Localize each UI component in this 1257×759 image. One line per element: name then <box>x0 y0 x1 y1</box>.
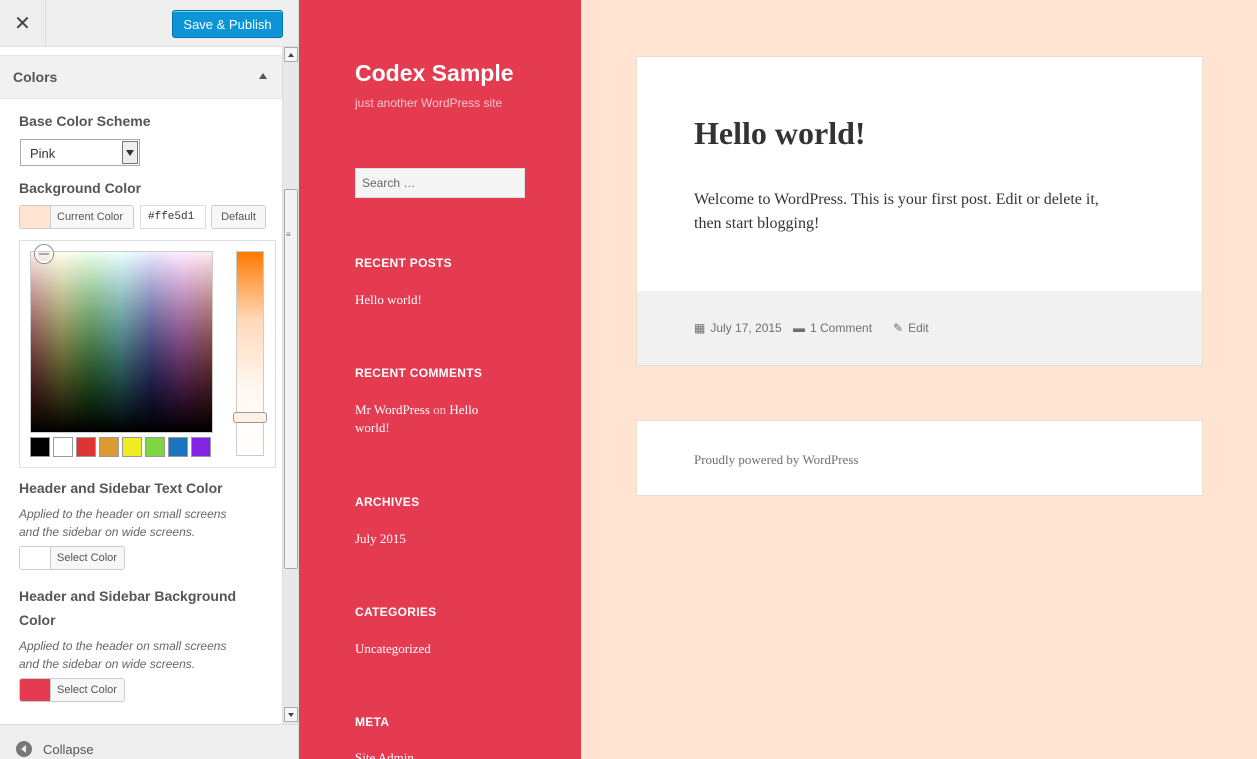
recent-comment-item: Mr WordPress on Hello <box>355 401 525 419</box>
close-icon: ✕ <box>14 13 31 35</box>
grip-icon: ≡ <box>286 230 291 239</box>
collapse-label: Collapse <box>43 742 94 757</box>
collapse-icon <box>16 741 32 757</box>
customizer-panel: ✕ Save & Publish Colors Base Color Schem… <box>0 0 299 759</box>
header-text-color-swatch <box>20 547 51 569</box>
hex-color-input[interactable]: #ffe5d1 <box>140 205 206 229</box>
header-bg-color-label-2: Color <box>19 612 56 628</box>
selected-scheme: Pink <box>30 146 56 161</box>
scroll-up-button[interactable] <box>284 47 298 62</box>
header-bg-select-color-button[interactable]: Select Color <box>19 678 125 702</box>
recent-comments-title: RECENT COMMENTS <box>355 366 483 380</box>
search-input[interactable]: Search … <box>355 168 525 198</box>
hue-slider[interactable] <box>236 251 264 456</box>
palette-swatch[interactable] <box>53 437 73 457</box>
arrow-up-icon <box>288 52 294 57</box>
current-color-label: Current Color <box>57 211 124 223</box>
archives-title: ARCHIVES <box>355 495 420 509</box>
header-text-color-desc-1: Applied to the header on small screens <box>19 507 227 521</box>
header-bg-color-desc-1: Applied to the header on small screens <box>19 639 227 653</box>
comment-connector: on <box>433 402 447 417</box>
palette-swatch[interactable] <box>99 437 119 457</box>
header-bg-color-label-1: Header and Sidebar Background <box>19 588 237 604</box>
header-text-color-label: Header and Sidebar Text Color <box>19 480 223 496</box>
category-link[interactable]: Uncategorized <box>355 640 525 658</box>
palette-swatch[interactable] <box>145 437 165 457</box>
post-edit-text: Edit <box>908 321 929 335</box>
recent-post-link[interactable]: Hello world! <box>355 291 525 309</box>
post-comments-text: 1 Comment <box>810 321 873 335</box>
select-color-label: Select Color <box>57 552 117 564</box>
comment-icon: ▬ <box>793 321 805 335</box>
customizer-header: ✕ Save & Publish <box>0 0 298 47</box>
current-color-button[interactable]: Current Color <box>19 205 134 229</box>
post-content: Welcome to WordPress. This is your first… <box>694 188 1154 236</box>
scroll-down-button[interactable] <box>284 707 298 722</box>
background-color-label: Background Color <box>19 180 142 196</box>
post-article: Hello world! Welcome to WordPress. This … <box>636 56 1203 366</box>
header-text-color-desc-2: and the sidebar on wide screens. <box>19 525 196 539</box>
site-title[interactable]: Codex Sample <box>355 60 514 87</box>
collapse-button[interactable]: Collapse <box>0 724 298 759</box>
calendar-icon: ▦ <box>694 321 706 335</box>
palette-swatch[interactable] <box>76 437 96 457</box>
comment-post-link-1[interactable]: Hello <box>449 402 478 417</box>
comment-post-link-2[interactable]: world! <box>355 419 525 437</box>
footer-credit[interactable]: Proudly powered by WordPress <box>694 452 858 468</box>
current-color-swatch <box>20 206 51 228</box>
palette-swatch[interactable] <box>30 437 50 457</box>
color-picker <box>19 240 276 468</box>
site-sidebar: Codex Sample just another WordPress site… <box>299 0 581 759</box>
save-publish-button[interactable]: Save & Publish <box>172 10 283 38</box>
close-button[interactable]: ✕ <box>0 0 46 47</box>
post-body-line-1: Welcome to WordPress. This is your first… <box>694 191 1099 208</box>
section-title: Colors <box>13 69 58 85</box>
site-footer: Proudly powered by WordPress <box>636 420 1203 496</box>
saturation-value-area[interactable] <box>30 251 213 433</box>
palette-swatch[interactable] <box>168 437 188 457</box>
customizer-scrollbar[interactable]: ≡ <box>282 47 298 724</box>
header-text-select-color-button[interactable]: Select Color <box>19 546 125 570</box>
colors-section-header[interactable]: Colors <box>0 55 282 99</box>
saturation-handle[interactable] <box>35 245 53 263</box>
recent-posts-title: RECENT POSTS <box>355 256 452 270</box>
dropdown-button[interactable] <box>122 141 138 164</box>
post-meta: ▦ July 17, 2015 ▬ 1 Comment ✎ Edit <box>637 291 1202 365</box>
meta-title: META <box>355 715 390 729</box>
post-edit-link[interactable]: ✎ Edit <box>893 321 929 335</box>
collapse-arrow-icon[interactable] <box>259 73 267 79</box>
post-title[interactable]: Hello world! <box>694 115 866 152</box>
site-tagline: just another WordPress site <box>355 96 503 110</box>
header-bg-color-swatch <box>20 679 51 701</box>
post-body-line-2: then start blogging! <box>694 215 820 232</box>
chevron-down-icon <box>126 149 134 156</box>
scrollbar-thumb[interactable] <box>284 189 298 569</box>
site-admin-link[interactable]: Site Admin <box>355 749 525 759</box>
default-color-button[interactable]: Default <box>211 205 266 229</box>
comment-author-link[interactable]: Mr WordPress <box>355 402 430 417</box>
categories-title: CATEGORIES <box>355 605 437 619</box>
header-bg-color-desc-2: and the sidebar on wide screens. <box>19 657 196 671</box>
base-color-scheme-select[interactable]: Pink <box>20 139 140 166</box>
base-color-scheme-label: Base Color Scheme <box>19 113 151 129</box>
select-color-label: Select Color <box>57 684 117 696</box>
palette-swatch[interactable] <box>122 437 142 457</box>
post-date-text: July 17, 2015 <box>710 321 782 335</box>
customizer-controls: Colors Base Color Scheme Pink Background… <box>0 47 282 724</box>
post-date[interactable]: ▦ July 17, 2015 <box>694 321 782 335</box>
hue-slider-handle[interactable] <box>233 412 267 423</box>
pencil-icon: ✎ <box>893 321 904 335</box>
palette-swatch[interactable] <box>191 437 211 457</box>
arrow-down-icon <box>288 712 294 717</box>
archive-link[interactable]: July 2015 <box>355 530 525 548</box>
post-comments-link[interactable]: ▬ 1 Comment <box>793 321 872 335</box>
